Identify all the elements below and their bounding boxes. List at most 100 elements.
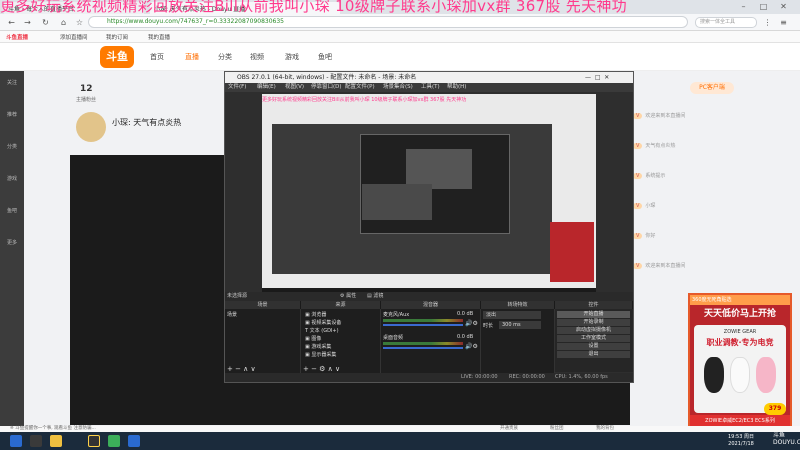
transitions-panel: 淡出 时长 300 ms [481, 309, 555, 373]
preview-mixer [362, 184, 432, 220]
bookmark-item[interactable]: 我的直播 [148, 33, 170, 41]
duration-input[interactable]: 300 ms [499, 321, 541, 329]
mouse-black-image [704, 357, 724, 393]
maximize-icon[interactable]: □ [758, 1, 769, 12]
rail-yuba[interactable]: 鱼吧 [2, 207, 22, 214]
volume-slider[interactable] [383, 347, 463, 349]
menu-docks[interactable]: 停靠窗口(D) [311, 83, 342, 92]
rail-category[interactable]: 分类 [2, 143, 22, 150]
fans-count: 12 [80, 84, 93, 94]
source-item[interactable]: T 文本 (GDI+) [305, 327, 339, 334]
no-source-bar: 未选择源 ⚙ 属性 ▤ 滤镜 [225, 292, 633, 301]
dock-mixer-header: 混音器 [381, 301, 481, 309]
rail-more[interactable]: 更多 [2, 239, 22, 246]
star-icon[interactable]: ☆ [74, 17, 85, 28]
dock-transitions-header: 转场特效 [481, 301, 555, 309]
start-streaming-button[interactable]: 开始直播 [557, 311, 630, 318]
settings-button[interactable]: 设置 [557, 343, 630, 350]
avatar[interactable] [76, 112, 106, 142]
home-icon[interactable]: ⌂ [58, 17, 69, 28]
bookmark-item[interactable]: 我的订阅 [106, 33, 128, 41]
ad-product: ZOWIE GEAR 职业调教·专为电竞 [694, 325, 786, 413]
start-icon[interactable] [10, 435, 22, 447]
obs-preview[interactable] [262, 94, 596, 308]
close-icon[interactable]: ✕ [778, 1, 789, 12]
search-icon[interactable] [30, 435, 42, 447]
bookmark-item[interactable]: 添加直播间 [60, 33, 88, 41]
menu-profile[interactable]: 配置文件(P) [345, 83, 375, 92]
obs-window-controls[interactable]: — □ ✕ [585, 72, 633, 83]
obs-taskbar-icon[interactable] [88, 435, 100, 447]
app-taskbar-icon[interactable] [128, 435, 140, 447]
properties-button[interactable]: ⚙ 属性 [340, 292, 356, 301]
rail-game[interactable]: 游戏 [2, 175, 22, 182]
ad-slogan: 职业调教·专为电竞 [706, 338, 774, 347]
studio-mode-button[interactable]: 工作室模式 [557, 335, 630, 342]
source-item[interactable]: ▣ 游戏采集 [305, 343, 331, 350]
anchor-name: 小琛: 天气有点炎热 [112, 118, 182, 127]
reload-icon[interactable]: ↻ [40, 17, 51, 28]
menu-scene-collection[interactable]: 场景集合(S) [383, 83, 413, 92]
menu-edit[interactable]: 编辑(E) [257, 83, 276, 92]
volume-meter [383, 342, 463, 345]
speaker-icon[interactable]: 🔊⚙ [465, 343, 478, 350]
extensions-icon[interactable]: ⋮ [762, 17, 773, 28]
start-recording-button[interactable]: 开始录制 [557, 319, 630, 326]
exit-button[interactable]: 退出 [557, 351, 630, 358]
site-logo[interactable]: 斗鱼 [100, 46, 134, 68]
chat-line: V 系统提示 [633, 172, 665, 179]
scenes-list: 场景 + − ∧ ∨ [225, 309, 301, 373]
menu-file[interactable]: 文件(F) [228, 83, 246, 92]
dock-controls-header: 控件 [555, 301, 633, 309]
nav-video[interactable]: 视频 [250, 52, 264, 62]
chat-line: V 你好 [633, 232, 655, 239]
menu-view[interactable]: 视图(V) [285, 83, 304, 92]
browser-taskbar-icon[interactable] [108, 435, 120, 447]
obs-menu-bar: 文件(F) 编辑(E) 视图(V) 停靠窗口(D) 配置文件(P) 场景集合(S… [225, 83, 633, 92]
chat-line: V 欢迎来到本直播间 [633, 112, 685, 119]
dock-row: 场景 来源 混音器 转场特效 控件 场景 + − ∧ ∨ ▣ 浏览器 ▣ 视频采… [225, 301, 633, 373]
transition-select[interactable]: 淡出 [483, 311, 541, 319]
address-input[interactable]: https://www.douyu.com/747637_r=0.3332208… [88, 16, 688, 28]
clock-date: 2021/7/18 [728, 441, 754, 447]
search-input[interactable]: 搜索一体全工具 [695, 17, 757, 28]
scene-item[interactable]: 场景 [227, 311, 237, 318]
nav-live[interactable]: 直播 [185, 52, 199, 62]
sources-toolbar[interactable]: + − ⚙ ∧ ∨ [303, 365, 340, 373]
source-item[interactable]: ▣ 显示器采集 [305, 351, 336, 358]
taskbar-clock: 19:53 周日 2021/7/18 [728, 434, 754, 448]
overlay-caption-preview: 更多好玩系统视频精彩回放关注Bill从前我叫小琛 10级牌子联系小琛加vx群 3… [262, 97, 467, 103]
rail-follow[interactable]: 关注 [2, 79, 22, 86]
source-item[interactable]: ▣ 视频采集设备 [305, 319, 341, 326]
duration-label: 时长 [483, 323, 494, 329]
nav-yuba[interactable]: 鱼吧 [318, 52, 332, 62]
menu-help[interactable]: 帮助(H) [447, 83, 466, 92]
mixer-channel-db: 0.0 dB [457, 311, 474, 317]
menu-icon[interactable]: ≡ [778, 17, 789, 28]
forward-icon[interactable]: → [22, 17, 33, 28]
rec-timer: REC: 00:00:00 [509, 374, 545, 380]
bookmark-item[interactable]: 斗鱼直播 [6, 33, 28, 41]
virtual-camera-button[interactable]: 启动虚拟摄像机 [557, 327, 630, 334]
nav-category[interactable]: 分类 [218, 52, 232, 62]
minimize-icon[interactable]: – [738, 1, 749, 12]
nav-game[interactable]: 游戏 [285, 52, 299, 62]
filters-button[interactable]: ▤ 滤镜 [367, 292, 383, 301]
douyu-watermark: 斗鱼 DOUYU.COM [773, 432, 800, 446]
volume-slider[interactable] [383, 324, 463, 326]
scene-toolbar[interactable]: + − ∧ ∨ [227, 365, 256, 373]
obs-status-bar: LIVE: 00:00:00 REC: 00:00:00 CPU: 1.4%, … [225, 373, 633, 382]
mouse-white-image [730, 357, 750, 393]
rail-recommend[interactable]: 推荐 [2, 111, 22, 118]
explorer-icon[interactable] [50, 435, 62, 447]
source-item[interactable]: ▣ 图像 [305, 335, 321, 342]
mixer-channel-db: 0.0 dB [457, 334, 474, 340]
source-item[interactable]: ▣ 浏览器 [305, 311, 326, 318]
speaker-icon[interactable]: 🔊⚙ [465, 320, 478, 327]
mouse-pink-image [756, 357, 776, 393]
back-icon[interactable]: ← [6, 17, 17, 28]
nav-home[interactable]: 首页 [150, 52, 164, 62]
menu-tools[interactable]: 工具(T) [421, 83, 440, 92]
dock-sources-header: 来源 [301, 301, 381, 309]
ad-banner[interactable]: 360度无死角贴选 天天低价马上开抢 ZOWIE GEAR 职业调教·专为电竞 … [688, 293, 792, 428]
